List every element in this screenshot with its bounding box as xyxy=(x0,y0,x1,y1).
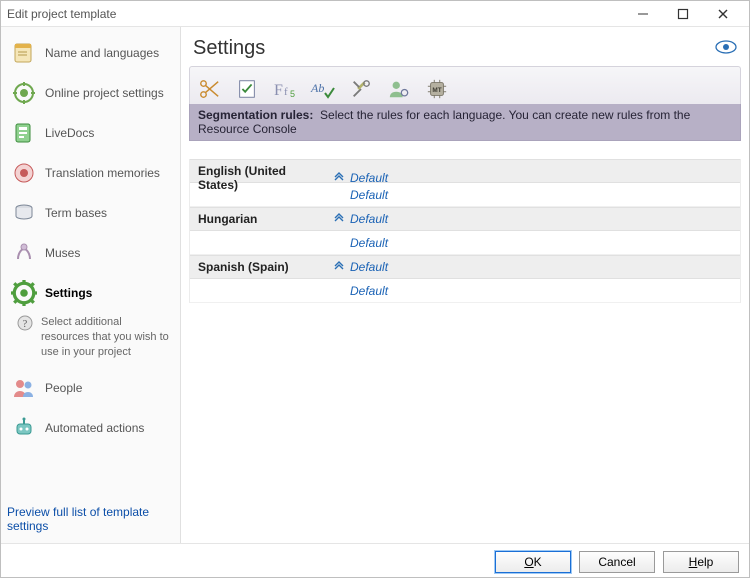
language-rule-row[interactable]: Default xyxy=(190,279,740,303)
user-gear-icon[interactable] xyxy=(384,74,414,104)
sidebar-item-online-settings[interactable]: Online project settings xyxy=(1,73,180,113)
sidebar-item-automated-actions[interactable]: Automated actions xyxy=(1,408,180,448)
language-header[interactable]: Spanish (Spain) Default xyxy=(190,255,740,279)
collapse-chevron-icon[interactable] xyxy=(328,172,350,184)
language-default-rule-link[interactable]: Default xyxy=(350,212,732,226)
sidebar-item-label: Online project settings xyxy=(45,86,164,100)
tools-icon[interactable] xyxy=(346,74,376,104)
font-case-icon[interactable]: Ff5 xyxy=(270,74,300,104)
sidebar-item-name-languages[interactable]: Name and languages xyxy=(1,33,180,73)
tm-icon xyxy=(11,160,37,186)
sidebar-item-translation-memories[interactable]: Translation memories xyxy=(1,153,180,193)
svg-text:Ab: Ab xyxy=(310,81,324,95)
segmentation-rules-table: English (United States)DefaultDefaultHun… xyxy=(189,159,741,303)
language-header[interactable]: English (United States)Default xyxy=(190,159,740,183)
sidebar-item-livedocs[interactable]: LiveDocs xyxy=(1,113,180,153)
language-default-rule-link[interactable]: Default xyxy=(350,260,732,274)
svg-text:MT: MT xyxy=(432,87,441,94)
sidebar-item-label: Translation memories xyxy=(45,166,160,180)
info-label: Segmentation rules: xyxy=(198,108,313,122)
settings-panel: Settings Ff5 Ab xyxy=(181,27,749,543)
sidebar-item-label: Term bases xyxy=(45,206,107,220)
sidebar: Name and languages Online project settin… xyxy=(1,27,181,543)
sidebar-item-settings-description: ? Select additional resources that you w… xyxy=(1,313,180,368)
panel-header: Settings xyxy=(189,35,741,66)
cancel-button[interactable]: Cancel xyxy=(579,551,655,573)
preview-template-settings-link[interactable]: Preview full list of template settings xyxy=(1,497,180,543)
term-bases-icon xyxy=(11,200,37,226)
sidebar-item-label: LiveDocs xyxy=(45,126,94,140)
window-controls xyxy=(623,2,743,26)
sidebar-item-label: People xyxy=(45,381,82,395)
language-default-rule-link[interactable]: Default xyxy=(350,171,732,185)
window-title: Edit project template xyxy=(7,7,623,21)
svg-text:5: 5 xyxy=(290,89,295,99)
close-button[interactable] xyxy=(703,2,743,26)
sidebar-item-label: Automated actions xyxy=(45,421,144,435)
people-icon xyxy=(11,375,37,401)
scissors-icon[interactable] xyxy=(194,74,224,104)
panel-title: Settings xyxy=(193,37,265,60)
svg-text:F: F xyxy=(274,82,283,99)
muse-icon xyxy=(11,240,37,266)
content-row: Name and languages Online project settin… xyxy=(1,27,749,543)
sidebar-item-settings[interactable]: Settings xyxy=(1,273,180,313)
minimize-button[interactable] xyxy=(623,2,663,26)
language-name: Spanish (Spain) xyxy=(198,260,328,274)
sidebar-item-muses[interactable]: Muses xyxy=(1,233,180,273)
settings-toolbar: Ff5 Ab MT xyxy=(189,66,741,104)
sidebar-item-label: Muses xyxy=(45,246,80,260)
svg-text:?: ? xyxy=(23,319,28,330)
eye-icon[interactable] xyxy=(715,40,737,57)
spellcheck-icon[interactable]: Ab xyxy=(308,74,338,104)
gear-icon xyxy=(11,280,37,306)
language-header[interactable]: Hungarian Default xyxy=(190,207,740,231)
svg-text:f: f xyxy=(284,86,288,98)
language-rule-row[interactable]: Default xyxy=(190,231,740,255)
sidebar-item-term-bases[interactable]: Term bases xyxy=(1,193,180,233)
collapse-chevron-icon[interactable] xyxy=(328,261,350,273)
language-name: Hungarian xyxy=(198,212,328,226)
sidebar-item-label: Name and languages xyxy=(45,46,159,60)
mt-chip-icon[interactable]: MT xyxy=(422,74,452,104)
robot-icon xyxy=(11,415,37,441)
sidebar-item-people[interactable]: People xyxy=(1,368,180,408)
help-button[interactable]: Help xyxy=(663,551,739,573)
titlebar: Edit project template xyxy=(1,1,749,27)
notebook-icon xyxy=(11,40,37,66)
language-name: English (United States) xyxy=(198,164,328,192)
dialog-body: Name and languages Online project settin… xyxy=(1,27,749,579)
livedocs-icon xyxy=(11,120,37,146)
dialog-footer: OK Cancel Help xyxy=(1,543,749,579)
rule-link[interactable]: Default xyxy=(350,188,732,202)
collapse-chevron-icon[interactable] xyxy=(328,213,350,225)
gear-globe-icon xyxy=(11,80,37,106)
info-strip: Segmentation rules: Select the rules for… xyxy=(189,104,741,141)
help-hint-icon: ? xyxy=(17,315,33,331)
rule-link[interactable]: Default xyxy=(350,284,732,298)
ok-button[interactable]: OK xyxy=(495,551,571,573)
maximize-button[interactable] xyxy=(663,2,703,26)
check-sheet-icon[interactable] xyxy=(232,74,262,104)
sidebar-item-label: Settings xyxy=(45,286,92,300)
rule-link[interactable]: Default xyxy=(350,236,732,250)
